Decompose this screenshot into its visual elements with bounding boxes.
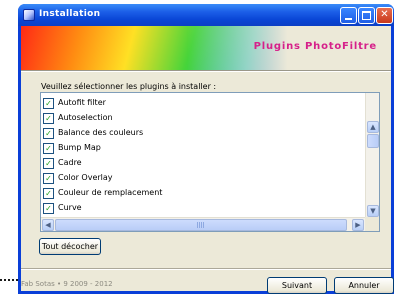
plugin-checkbox[interactable]: ✓ — [43, 203, 54, 214]
footer-divider — [21, 268, 391, 270]
vertical-scroll-thumb[interactable] — [367, 134, 379, 148]
minimize-button[interactable] — [340, 7, 357, 24]
banner-divider — [21, 70, 391, 72]
banner-title: Plugins PhotoFiltre — [253, 41, 377, 52]
plugin-checkbox[interactable]: ✓ — [43, 143, 54, 154]
dialog-body: Plugins PhotoFiltre Veuillez sélectionne… — [21, 26, 394, 294]
plugin-label: Autoselection — [58, 113, 113, 122]
title-bar[interactable]: Installation ✕ — [18, 4, 394, 26]
horizontal-scroll-thumb[interactable] — [55, 219, 347, 231]
list-item[interactable]: ✓ Color Overlay — [43, 171, 363, 186]
uncheck-all-button[interactable]: Tout décocher — [39, 238, 101, 255]
list-item[interactable]: ✓ Cadre — [43, 156, 363, 171]
plugin-label: Color Overlay — [58, 173, 113, 182]
horizontal-scrollbar[interactable]: ◀ ▶ — [41, 217, 365, 231]
plugin-checkbox[interactable]: ✓ — [43, 158, 54, 169]
scroll-down-icon[interactable]: ▼ — [367, 205, 379, 217]
scrollbar-corner — [365, 217, 379, 231]
plugin-list[interactable]: ✓ Autofit filter ✓ Autoselection ✓ Balan… — [40, 92, 380, 232]
plugin-label: Couleur de remplacement — [58, 188, 163, 197]
instruction-text: Veuillez sélectionner les plugins à inst… — [41, 82, 217, 91]
installation-window: Installation ✕ Plugins PhotoFiltre Veuil… — [18, 4, 394, 294]
close-icon: ✕ — [380, 9, 389, 20]
plugin-checkbox[interactable]: ✓ — [43, 128, 54, 139]
scroll-left-icon[interactable]: ◀ — [42, 219, 54, 231]
plugin-label: Cadre — [58, 158, 82, 167]
plugin-checkbox[interactable]: ✓ — [43, 98, 54, 109]
header-banner: Plugins PhotoFiltre — [21, 26, 391, 70]
list-item[interactable]: ✓ Curve — [43, 201, 363, 216]
list-item[interactable]: ✓ Bump Map — [43, 141, 363, 156]
credit-text: Fab Sotas • 9 2009 - 2012 — [21, 280, 113, 288]
minimize-icon — [345, 18, 352, 20]
scroll-right-icon[interactable]: ▶ — [352, 219, 364, 231]
installer-icon — [23, 9, 35, 21]
list-item[interactable]: ✓ Balance des couleurs — [43, 126, 363, 141]
vertical-scrollbar[interactable]: ▲ ▼ — [365, 93, 379, 217]
list-item[interactable]: ✓ Autoselection — [43, 111, 363, 126]
plugin-checkbox[interactable]: ✓ — [43, 188, 54, 199]
maximize-icon — [362, 11, 371, 20]
list-item[interactable]: ✓ Couleur de remplacement — [43, 186, 363, 201]
plugin-label: Curve — [58, 203, 82, 212]
next-button[interactable]: Suivant — [267, 277, 327, 294]
window-title: Installation — [39, 9, 101, 19]
close-button[interactable]: ✕ — [376, 7, 393, 24]
grip-icon — [197, 222, 205, 228]
scroll-up-icon[interactable]: ▲ — [367, 121, 379, 133]
list-item[interactable]: ✓ Autofit filter — [43, 96, 363, 111]
maximize-button[interactable] — [358, 7, 375, 24]
plugin-label: Autofit filter — [58, 98, 106, 107]
cancel-button[interactable]: Annuler — [334, 277, 394, 294]
plugin-label: Bump Map — [58, 143, 101, 152]
plugin-label: Balance des couleurs — [58, 128, 144, 137]
plugin-checkbox[interactable]: ✓ — [43, 173, 54, 184]
plugin-checkbox[interactable]: ✓ — [43, 113, 54, 124]
